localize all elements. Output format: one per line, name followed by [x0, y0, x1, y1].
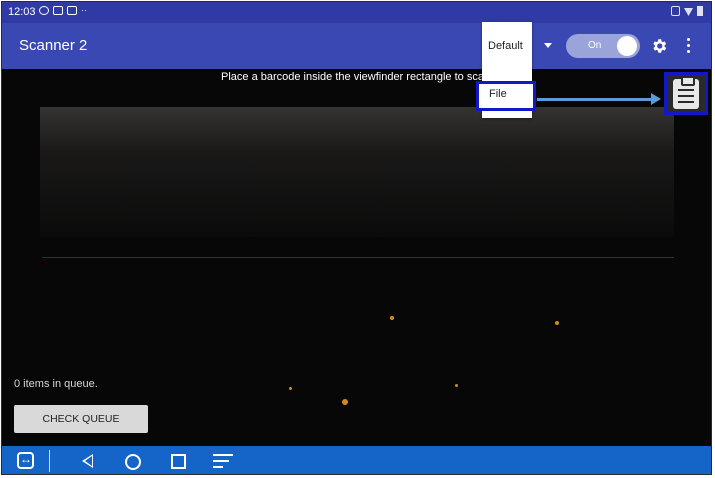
- app-bar: Scanner 2 On: [2, 23, 711, 69]
- system-nav-bar: [2, 446, 711, 474]
- menu-item-default[interactable]: Default: [488, 40, 523, 52]
- home-icon[interactable]: [125, 454, 141, 470]
- more-notifications-icon: ··: [81, 5, 87, 15]
- feature-point: [289, 387, 292, 390]
- feature-point: [390, 316, 394, 320]
- wifi-icon: [684, 8, 693, 16]
- recents-icon[interactable]: [171, 454, 186, 469]
- eye-icon: [39, 6, 49, 15]
- more-vert-icon[interactable]: [685, 38, 691, 54]
- teamviewer-icon[interactable]: [17, 452, 34, 469]
- battery-icon: [697, 6, 703, 16]
- back-icon[interactable]: [82, 454, 93, 468]
- scan-instruction: Place a barcode inside the viewfinder re…: [221, 71, 491, 83]
- pointer-arrow: [537, 98, 655, 101]
- gallery-icon: [67, 6, 77, 15]
- check-queue-button[interactable]: CHECK QUEUE: [14, 405, 148, 433]
- pointer-arrow-head: [651, 93, 661, 105]
- status-notification-icons: ··: [39, 6, 93, 15]
- feature-point: [455, 384, 458, 387]
- toggle-label: On: [588, 40, 602, 51]
- clipboard-button[interactable]: [664, 72, 708, 115]
- mute-icon: [671, 6, 680, 16]
- scanner-toggle[interactable]: On: [566, 34, 640, 58]
- clipboard-icon: [673, 75, 699, 109]
- status-bar: 12:03 ··: [2, 2, 711, 23]
- scan-line: [42, 257, 674, 258]
- device-screen: 12:03 ·· Scanner 2 On Place a barcode in…: [1, 1, 712, 475]
- toggle-knob: [617, 36, 637, 56]
- menu-item-file-label: File: [489, 88, 507, 100]
- menu-item-file[interactable]: File: [476, 81, 536, 111]
- page-title: Scanner 2: [19, 37, 88, 54]
- dropdown-arrow-icon[interactable]: [544, 43, 552, 48]
- queue-status: 0 items in queue.: [14, 378, 98, 390]
- feature-point: [342, 399, 348, 405]
- nav-divider: [49, 450, 50, 472]
- teamviewer-notif-icon: [53, 6, 63, 15]
- camera-preview: Place a barcode inside the viewfinder re…: [2, 69, 711, 446]
- menu-icon[interactable]: [213, 454, 233, 472]
- gear-icon[interactable]: [650, 37, 668, 55]
- status-time: 12:03: [8, 6, 36, 18]
- status-system-icons: [671, 6, 703, 16]
- viewfinder: [40, 107, 674, 237]
- feature-point: [555, 321, 559, 325]
